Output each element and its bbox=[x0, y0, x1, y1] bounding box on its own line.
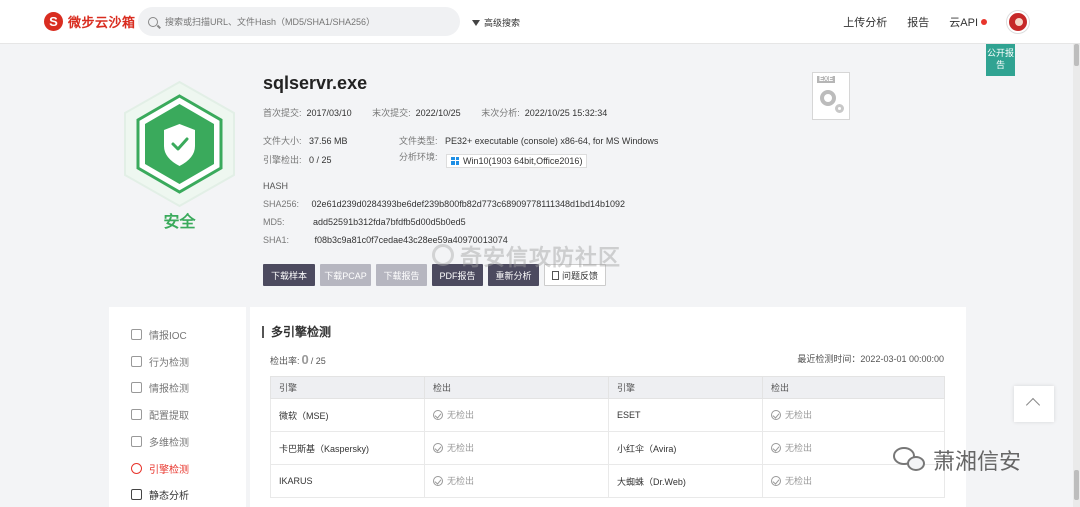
help-circle-icon bbox=[131, 463, 142, 474]
file-type-row: 文件类型: PE32+ executable (console) x86-64,… bbox=[399, 136, 659, 146]
detect-rate-num: 0 bbox=[301, 352, 309, 367]
sidebar-item-ioc[interactable]: 情报IOC bbox=[131, 327, 187, 342]
windows-icon bbox=[451, 156, 460, 165]
check-circle-icon bbox=[771, 475, 781, 486]
file-size-row: 文件大小: 37.56 MB bbox=[263, 136, 348, 146]
table-row: 卡巴斯基（Kaspersky) 无检出 小红伞（Avira) 无检出 bbox=[270, 431, 945, 465]
top-navbar: S 微步云沙箱 高级搜索 上传分析 报告 云API bbox=[0, 0, 1080, 44]
advanced-search-link[interactable]: 高级搜索 bbox=[472, 16, 520, 29]
download-sample-button[interactable]: 下载样本 bbox=[263, 264, 315, 286]
md5-value: add52591b312fda7bfdfb5d00d5b0ed5 bbox=[313, 217, 466, 227]
md5-row: MD5: add52591b312fda7bfdfb5d00d5b0ed5 bbox=[263, 217, 466, 227]
chart-icon bbox=[131, 356, 142, 367]
radar-icon bbox=[131, 436, 142, 447]
sidebar-item-static[interactable]: 静态分析 bbox=[131, 487, 189, 502]
logo[interactable]: S 微步云沙箱 bbox=[44, 12, 136, 31]
back-to-top-button[interactable] bbox=[1014, 386, 1054, 422]
check-circle-icon bbox=[771, 442, 781, 453]
scrollbar[interactable] bbox=[1073, 44, 1080, 507]
detect-rate: 检出率: 0 / 25 bbox=[270, 352, 326, 367]
section-title: 多引擎检测 bbox=[262, 326, 331, 338]
sidebar-item-config[interactable]: 配置提取 bbox=[131, 407, 189, 422]
sidebar-item-behavior[interactable]: 行为检测 bbox=[131, 354, 189, 369]
table-row: IKARUS 无检出 大蜘蛛（Dr.Web) 无检出 bbox=[270, 464, 945, 498]
exe-file-icon: EXE bbox=[812, 72, 850, 120]
download-report-button[interactable]: 下载报告 bbox=[376, 264, 427, 286]
nav-upload[interactable]: 上传分析 bbox=[843, 14, 887, 30]
first-submit: 2017/03/10 bbox=[306, 108, 352, 118]
nav-cloud-api[interactable]: 云API bbox=[949, 14, 987, 30]
col-engine: 引擎 bbox=[270, 376, 425, 399]
watermark: 奇安信攻防社区 bbox=[460, 245, 622, 270]
list-icon bbox=[131, 489, 142, 500]
avatar[interactable] bbox=[1007, 11, 1029, 33]
file-type: PE32+ executable (console) x86-64, for M… bbox=[445, 136, 659, 146]
scrollbar-thumb[interactable] bbox=[1074, 44, 1079, 66]
col-engine-2: 引擎 bbox=[608, 376, 763, 399]
verdict-label: 安全 bbox=[163, 214, 196, 231]
search-input[interactable] bbox=[165, 16, 445, 27]
last-submit: 2022/10/25 bbox=[415, 108, 461, 118]
scrollbar-thumb-lower[interactable] bbox=[1074, 470, 1079, 500]
public-report-badge[interactable]: 公开报告 bbox=[986, 44, 1015, 76]
engine-detect: 0 / 25 bbox=[309, 155, 332, 165]
check-circle-icon bbox=[433, 409, 443, 420]
notification-dot-icon bbox=[981, 19, 987, 25]
nav-reports[interactable]: 报告 bbox=[907, 14, 929, 30]
submit-dates: 首次提交: 2017/03/10 末次提交: 2022/10/25 末次分析: … bbox=[263, 108, 608, 118]
engine-panel: 多引擎检测 检出率: 0 / 25 最近检测时间：2022-03-01 00:0… bbox=[250, 307, 966, 507]
search-icon bbox=[148, 16, 158, 27]
sha256-value: 02e61d239d0284393be6def239b800fb82d773c6… bbox=[311, 199, 626, 209]
grid-icon bbox=[131, 382, 142, 393]
table-row: 微软（MSE) 无检出 ESET 无检出 bbox=[270, 398, 945, 432]
file-size: 37.56 MB bbox=[309, 136, 348, 146]
env-badge: Win10(1903 64bit,Office2016) bbox=[446, 153, 588, 168]
brand-watermark: 萧湘信安 bbox=[893, 444, 1021, 476]
sidebar-item-multidim[interactable]: 多维检测 bbox=[131, 434, 189, 449]
watermark-logo-icon bbox=[432, 244, 454, 266]
wechat-icon bbox=[893, 447, 927, 473]
env-row: 分析环境: Win10(1903 64bit,Office2016) bbox=[399, 150, 588, 168]
gear-icon bbox=[820, 90, 836, 106]
safe-shield-icon bbox=[124, 80, 235, 208]
engine-table: 引擎 检出 引擎 检出 微软（MSE) 无检出 ESET 无检出 卡巴斯基（Ka… bbox=[270, 376, 945, 498]
engine-detect-row: 引擎检出: 0 / 25 bbox=[263, 155, 332, 165]
last-check-time: 最近检测时间：2022-03-01 00:00:00 bbox=[797, 354, 944, 364]
check-circle-icon bbox=[433, 475, 443, 486]
tools-icon bbox=[131, 409, 142, 420]
hash-heading: HASH bbox=[263, 181, 289, 191]
check-circle-icon bbox=[771, 409, 781, 420]
sidebar-item-engine[interactable]: 引擎检测 bbox=[131, 461, 189, 476]
col-detect: 检出 bbox=[424, 376, 609, 399]
advanced-search-label: 高级搜索 bbox=[484, 18, 521, 28]
sha256-row: SHA256: 02e61d239d0284393be6def239b800fb… bbox=[263, 199, 626, 209]
sidebar: 情报IOC 行为检测 情报检测 配置提取 多维检测 引擎检测 静态分析 bbox=[109, 307, 246, 507]
last-analysis: 2022/10/25 15:32:34 bbox=[524, 108, 608, 118]
check-circle-icon bbox=[433, 442, 443, 453]
gear-small-icon bbox=[835, 104, 844, 113]
logo-text: 微步云沙箱 bbox=[68, 15, 136, 30]
filter-icon bbox=[472, 19, 480, 26]
sidebar-item-intel-detect[interactable]: 情报检测 bbox=[131, 380, 189, 395]
col-detect-2: 检出 bbox=[762, 376, 945, 399]
nav-cloud-api-label: 云API bbox=[949, 17, 978, 29]
file-name: sqlservr.exe bbox=[263, 73, 368, 93]
download-pcap-button[interactable]: 下载PCAP bbox=[320, 264, 371, 286]
intel-icon bbox=[131, 329, 142, 340]
logo-icon: S bbox=[44, 12, 63, 31]
search-box[interactable] bbox=[138, 7, 460, 36]
